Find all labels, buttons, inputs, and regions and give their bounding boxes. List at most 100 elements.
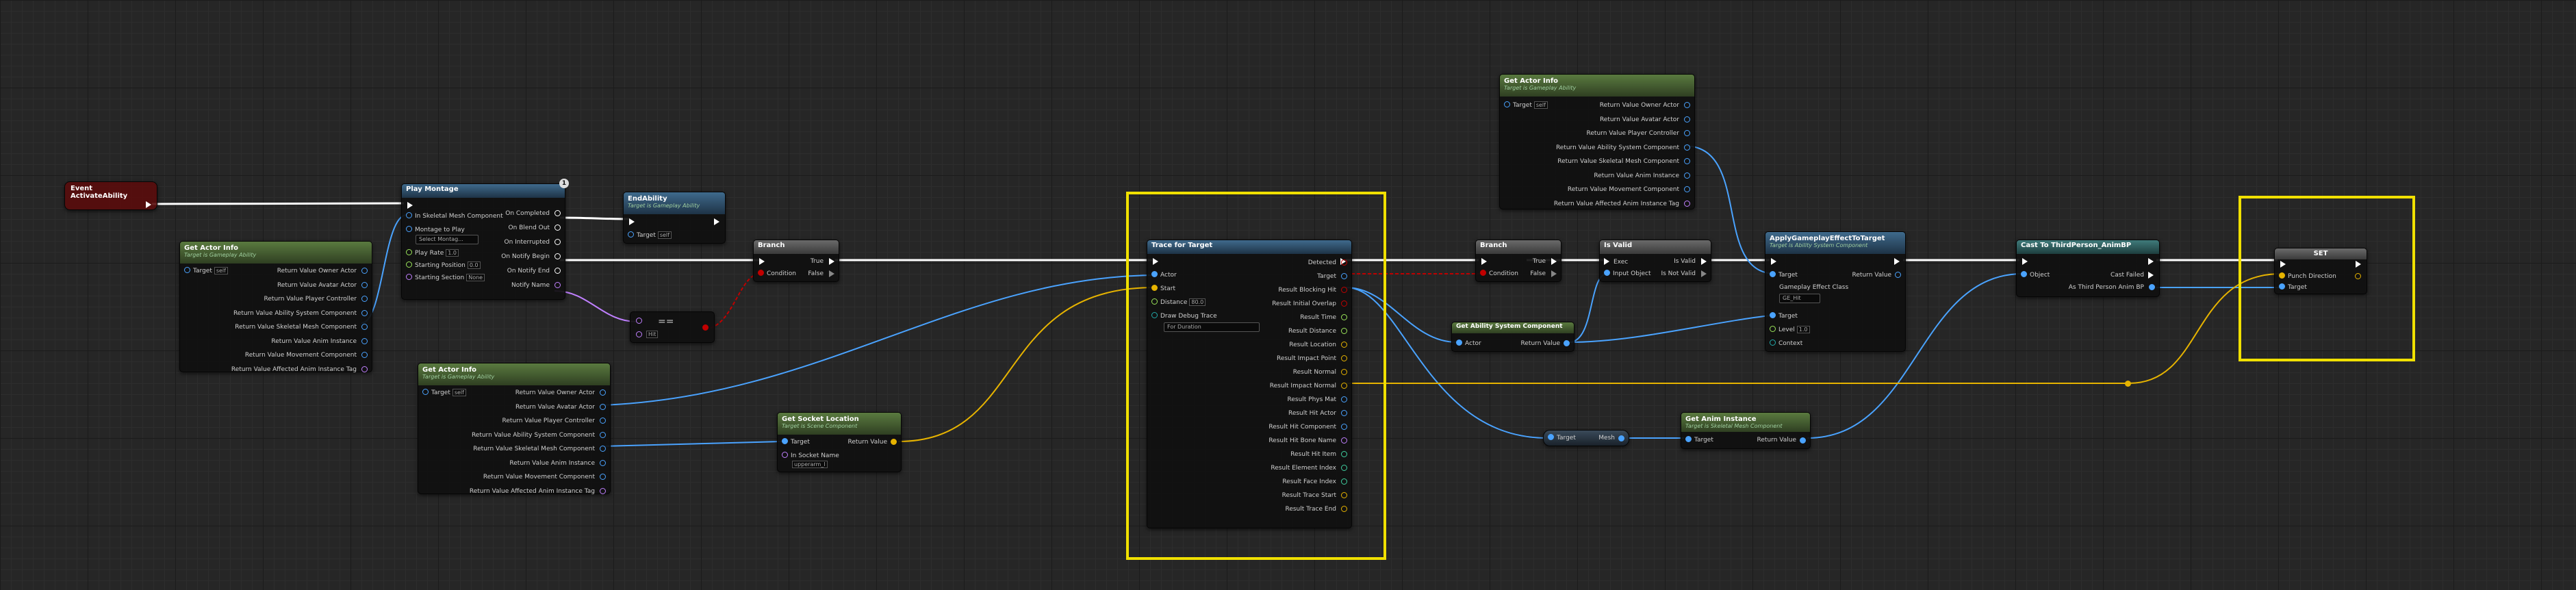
true-pin[interactable] [1551,258,1557,265]
output-pin[interactable] [554,239,561,245]
target-pin[interactable] [1685,436,1692,442]
output-pin[interactable] [600,446,606,452]
exec-in-pin[interactable] [1771,258,1776,265]
exec-in-pin[interactable] [1604,258,1609,265]
exec-out-pin[interactable] [146,201,151,208]
condition-pin[interactable] [1480,270,1486,276]
is-valid-pin[interactable] [1701,258,1707,265]
target-pin[interactable] [184,267,190,273]
mesh-pin[interactable] [1618,435,1624,441]
cast-node[interactable]: Cast To ThirdPerson_AnimBP Object Cast F… [2016,240,2160,297]
output-pin[interactable] [361,296,368,302]
socket-name-value[interactable]: upperarm_l [792,461,828,468]
level-pin[interactable] [1770,326,1776,332]
output-pin[interactable] [600,403,606,410]
b-value[interactable]: Hit [646,331,659,338]
target-pin[interactable] [1770,271,1776,277]
output-pin[interactable] [554,268,561,274]
context-pin[interactable] [1770,339,1776,346]
output-pin[interactable] [600,459,606,466]
output-pin[interactable] [1684,158,1690,164]
target-pin[interactable] [782,438,788,444]
return-value-pin[interactable] [1800,437,1806,444]
event-activate-ability-node[interactable]: Event ActivateAbility [64,181,157,210]
output-pin[interactable] [554,282,561,288]
blueprint-graph-canvas[interactable]: Event ActivateAbility Get Actor Info Targ… [0,0,2576,590]
exec-out-pin[interactable] [714,218,719,225]
get-actor-info-node[interactable]: Get Actor Info Target is Gameplay Ability… [179,241,372,373]
get-actor-info-node[interactable]: Get Actor Info Target is Gameplay Ability… [1499,74,1695,209]
montage-select[interactable]: Select Montag... [416,235,479,244]
object-pin[interactable] [2021,271,2027,277]
play-rate-value[interactable]: 1.0 [446,249,459,257]
level-value[interactable]: 1.0 [1796,326,1810,333]
return-value-pin[interactable] [1564,340,1570,346]
a-pin[interactable] [636,318,642,324]
is-valid-node[interactable]: Is Valid Exec Input Object Is Valid Is N… [1599,240,1711,282]
get-socket-location-node[interactable]: Get Socket Location Target is Scene Compo… [777,412,902,472]
input-object-pin[interactable] [1604,270,1610,276]
output-pin[interactable] [1684,172,1690,179]
reroute-knot[interactable] [2125,381,2131,387]
as-pin[interactable] [2149,284,2155,290]
target2-pin[interactable] [1770,312,1776,318]
target-pin[interactable] [422,389,429,395]
return-value-pin[interactable] [1895,272,1901,278]
start-section-pin[interactable] [406,274,412,280]
output-pin[interactable] [1684,102,1690,108]
target-pin[interactable] [1548,434,1554,440]
b-pin[interactable] [636,331,642,337]
play-rate-pin[interactable] [406,249,412,255]
output-pin[interactable] [361,324,368,330]
effect-class-select[interactable]: GE_Hit [1779,294,1820,303]
cast-failed-pin[interactable] [2148,272,2154,279]
bool-out-pin[interactable] [702,324,709,331]
output-pin[interactable] [600,474,606,480]
output-pin[interactable] [600,418,606,424]
output-pin[interactable] [361,281,368,288]
mesh-pin[interactable] [406,212,412,218]
output-pin[interactable] [600,487,606,494]
socket-name-pin[interactable] [782,452,788,458]
apply-gameplay-effect-node[interactable]: ApplyGameplayEffectToTarget Target is Abi… [1765,231,1906,352]
exec-in-pin[interactable] [759,258,765,265]
start-pos-value[interactable]: 0.0 [467,261,481,269]
mesh-getter-node[interactable]: Target Mesh [1543,430,1629,446]
output-pin[interactable] [554,225,561,231]
exec-in-pin[interactable] [629,218,635,225]
montage-pin[interactable] [406,226,412,232]
true-pin[interactable] [829,258,834,265]
output-pin[interactable] [361,352,368,358]
output-pin[interactable] [361,365,368,372]
output-pin[interactable] [361,309,368,316]
output-pin[interactable] [1684,116,1690,123]
exec-in-pin[interactable] [2022,258,2028,265]
output-pin[interactable] [1684,200,1690,207]
is-not-valid-pin[interactable] [1701,270,1707,277]
output-pin[interactable] [361,337,368,344]
play-montage-node[interactable]: Play Montage 1 In Skeletal Mesh Componen… [401,179,569,300]
branch-node[interactable]: Branch Condition True False [1475,240,1561,282]
output-pin[interactable] [554,253,561,259]
get-anim-instance-node[interactable]: Get Anim Instance Target is Skeletal Mesh… [1681,412,1811,449]
exec-out-pin[interactable] [1894,258,1900,265]
get-ability-system-component-node[interactable]: Get Ability System Component Actor Retur… [1451,322,1574,352]
start-section-value[interactable]: None [466,274,485,281]
condition-pin[interactable] [758,270,764,276]
false-pin[interactable] [1551,270,1557,277]
output-pin[interactable] [1684,130,1690,136]
output-pin[interactable] [600,389,606,396]
target-pin[interactable] [628,231,634,238]
end-ability-node[interactable]: EndAbility Target is Gameplay Ability Tar… [623,192,726,244]
exec-in-pin[interactable] [407,202,413,209]
start-pos-pin[interactable] [406,261,412,268]
target-pin[interactable] [1504,101,1510,107]
exec-in-pin[interactable] [1481,258,1487,265]
output-pin[interactable] [1684,186,1690,192]
output-pin[interactable] [361,268,368,274]
actor-pin[interactable] [1456,339,1462,346]
exec-out-pin[interactable] [2148,258,2154,265]
get-actor-info-node[interactable]: Get Actor Info Target is Gameplay Ability… [418,363,611,495]
equal-node[interactable]: == Hit [630,311,715,343]
output-pin[interactable] [554,210,561,216]
